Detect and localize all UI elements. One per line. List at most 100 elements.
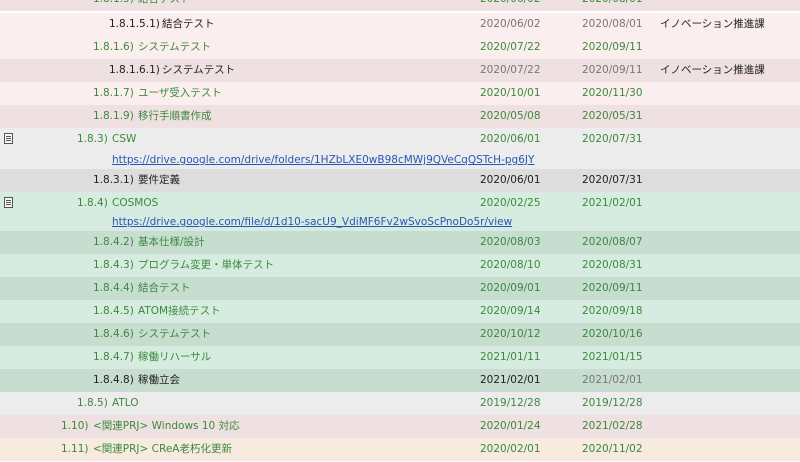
- task-number: 1.8.4.2): [93, 236, 134, 248]
- table-row: 1.8.4) COSMOS 2020/02/25 2021/02/01: [0, 192, 800, 215]
- end-date: 2020/11/02: [582, 443, 643, 455]
- drive-link[interactable]: https://drive.google.com/drive/folders/1…: [112, 151, 534, 169]
- task-title[interactable]: システムテスト: [138, 36, 211, 59]
- task-number: 1.8.1.7): [93, 87, 134, 99]
- task-number: 1.8.3.1): [93, 174, 134, 186]
- department: イノベーション推進課: [660, 64, 765, 76]
- table-row: 1.11) <関連PRJ> CReA老朽化更新 2020/02/01 2020/…: [0, 438, 800, 461]
- table-row: 1.8.1.7) ユーザ受入テスト 2020/10/01 2020/11/30: [0, 82, 800, 105]
- table-row: 1.8.4.5) ATOM接続テスト 2020/09/14 2020/09/18: [0, 300, 800, 323]
- task-title[interactable]: ATLO: [112, 392, 139, 415]
- task-number: 1.8.4.5): [93, 305, 134, 317]
- table-row: 1.8.1.5) 結合テスト 2020/06/02 2020/08/01: [0, 0, 800, 11]
- end-date: 2021/02/28: [582, 420, 643, 432]
- start-date: 2021/01/11: [480, 351, 541, 363]
- task-title[interactable]: CSW: [112, 128, 136, 151]
- start-date: 2020/10/12: [480, 328, 541, 340]
- end-date: 2020/08/07: [582, 236, 643, 248]
- table-row: 1.8.5) ATLO 2019/12/28 2019/12/28: [0, 392, 800, 415]
- start-date: 2020/07/22: [480, 64, 541, 76]
- start-date: 2020/06/02: [480, 0, 541, 11]
- end-date: 2020/09/18: [582, 305, 643, 317]
- end-date: 2020/10/16: [582, 328, 643, 340]
- task-number: 1.8.1.5): [93, 0, 134, 11]
- table-row: 1.8.3.1) 要件定義 2020/06/01 2020/07/31: [0, 169, 800, 192]
- end-date: 2020/09/11: [582, 41, 643, 53]
- task-title[interactable]: システムテスト: [162, 59, 235, 82]
- start-date: 2020/10/01: [480, 87, 541, 99]
- start-date: 2020/09/14: [480, 305, 541, 317]
- task-number: 1.8.5): [77, 397, 108, 409]
- table-row: 1.10) <関連PRJ> Windows 10 対応 2020/01/24 2…: [0, 415, 800, 438]
- task-title[interactable]: 稼働立会: [138, 369, 180, 392]
- task-title[interactable]: 結合テスト: [162, 13, 215, 36]
- table-row: 1.8.1.9) 移行手順書作成 2020/05/08 2020/05/31: [0, 105, 800, 128]
- start-date: 2020/02/01: [480, 443, 541, 455]
- task-number: 1.8.1.5.1): [109, 18, 160, 30]
- end-date: 2020/08/01: [582, 18, 643, 30]
- table-row: 1.8.4.7) 稼働リハーサル 2021/01/11 2021/01/15: [0, 346, 800, 369]
- task-number: 1.8.4.3): [93, 259, 134, 271]
- end-date: 2020/08/31: [582, 259, 643, 271]
- task-title[interactable]: ユーザ受入テスト: [138, 82, 222, 105]
- start-date: 2020/05/08: [480, 110, 541, 122]
- table-row: 1.8.4.2) 基本仕様/設計 2020/08/03 2020/08/07: [0, 231, 800, 254]
- task-title[interactable]: <関連PRJ> CReA老朽化更新: [93, 438, 232, 461]
- end-date: 2020/07/31: [582, 174, 643, 186]
- end-date: 2021/02/01: [582, 374, 643, 386]
- task-title[interactable]: 基本仕様/設計: [138, 231, 205, 254]
- end-date: 2019/12/28: [582, 397, 643, 409]
- document-icon[interactable]: [4, 133, 13, 144]
- start-date: 2020/09/01: [480, 282, 541, 294]
- task-number: 1.11): [61, 443, 89, 455]
- end-date: 2020/09/11: [582, 64, 643, 76]
- start-date: 2020/06/02: [480, 18, 541, 30]
- end-date: 2020/09/11: [582, 282, 643, 294]
- task-title[interactable]: プログラム変更・単体テスト: [138, 254, 274, 277]
- department: イノベーション推進課: [660, 18, 765, 30]
- task-number: 1.8.4): [77, 197, 108, 209]
- link-row: https://drive.google.com/drive/folders/1…: [0, 151, 800, 169]
- start-date: 2020/06/01: [480, 133, 541, 145]
- task-number: 1.8.4.4): [93, 282, 134, 294]
- task-title[interactable]: 移行手順書作成: [138, 105, 212, 128]
- table-row: 1.8.4.4) 結合テスト 2020/09/01 2020/09/11: [0, 277, 800, 300]
- task-number: 1.8.1.6.1): [109, 64, 160, 76]
- table-row: 1.8.4.3) プログラム変更・単体テスト 2020/08/10 2020/0…: [0, 254, 800, 277]
- drive-link[interactable]: https://drive.google.com/file/d/1d10-sac…: [112, 213, 512, 231]
- table-row: 1.8.1.5.1) 結合テスト 2020/06/02 2020/08/01 イ…: [0, 13, 800, 36]
- task-number: 1.8.1.9): [93, 110, 134, 122]
- start-date: 2020/08/03: [480, 236, 541, 248]
- task-title[interactable]: COSMOS: [112, 192, 158, 215]
- start-date: 2020/01/24: [480, 420, 541, 432]
- end-date: 2020/05/31: [582, 110, 643, 122]
- task-number: 1.8.1.6): [93, 41, 134, 53]
- task-number: 1.8.4.7): [93, 351, 134, 363]
- task-title[interactable]: システムテスト: [138, 323, 211, 346]
- table-row: 1.8.3) CSW 2020/06/01 2020/07/31: [0, 128, 800, 151]
- start-date: 2020/06/01: [480, 174, 541, 186]
- document-icon[interactable]: [4, 197, 13, 208]
- task-number: 1.8.4.6): [93, 328, 134, 340]
- task-title[interactable]: 要件定義: [138, 169, 180, 192]
- end-date: 2020/07/31: [582, 133, 643, 145]
- table-row: 1.8.4.8) 稼働立会 2021/02/01 2021/02/01: [0, 369, 800, 392]
- task-number: 1.8.3): [77, 133, 108, 145]
- table-row: 1.8.4.6) システムテスト 2020/10/12 2020/10/16: [0, 323, 800, 346]
- start-date: 2020/08/10: [480, 259, 541, 271]
- task-number: 1.10): [61, 420, 89, 432]
- task-title[interactable]: 結合テスト: [138, 0, 191, 11]
- task-title[interactable]: 結合テスト: [138, 277, 191, 300]
- end-date: 2020/08/01: [582, 0, 643, 11]
- link-row: https://drive.google.com/file/d/1d10-sac…: [0, 213, 800, 231]
- task-title[interactable]: ATOM接続テスト: [138, 300, 221, 323]
- table-row: 1.8.1.6.1) システムテスト 2020/07/22 2020/09/11…: [0, 59, 800, 82]
- start-date: 2021/02/01: [480, 374, 541, 386]
- task-title[interactable]: <関連PRJ> Windows 10 対応: [93, 415, 240, 438]
- table-row: 1.8.1.6) システムテスト 2020/07/22 2020/09/11: [0, 36, 800, 59]
- start-date: 2019/12/28: [480, 397, 541, 409]
- start-date: 2020/07/22: [480, 41, 541, 53]
- task-number: 1.8.4.8): [93, 374, 134, 386]
- end-date: 2021/01/15: [582, 351, 643, 363]
- task-title[interactable]: 稼働リハーサル: [138, 346, 211, 369]
